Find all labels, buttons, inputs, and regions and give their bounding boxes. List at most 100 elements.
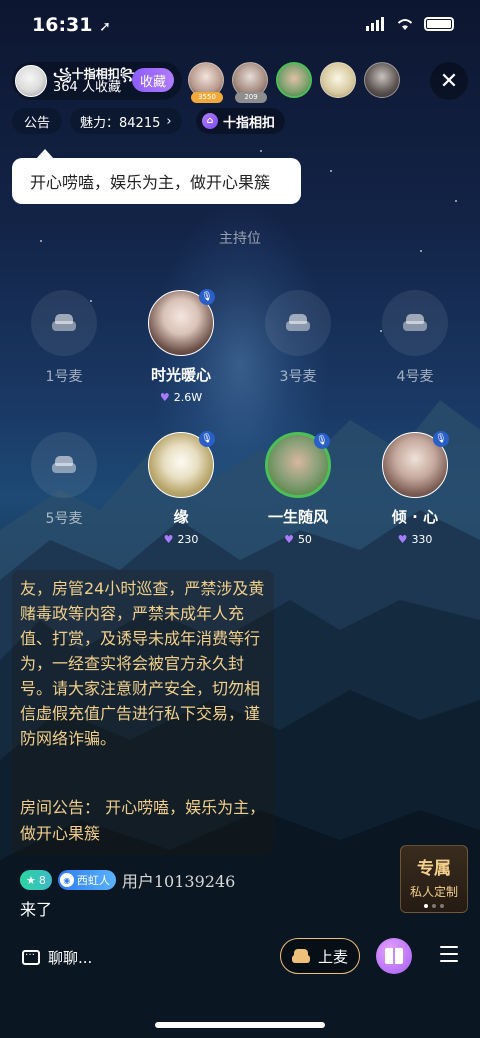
room-avatar [15,65,47,97]
heart-value: 330 [411,533,433,546]
room-tag-name: 十指相扣 [223,115,276,131]
sofa-icon [403,314,427,332]
contributor-badge: 209 [235,92,267,103]
star-icon: ★ [26,873,36,887]
fan-badge: ◉ 西虹人 [57,870,116,890]
favorite-count: 364 人收藏 [53,80,121,95]
announcement-tooltip: 开心唠嗑，娱乐为主，做开心果簇 [12,149,301,204]
tooltip-text: 开心唠嗑，娱乐为主，做开心果簇 [30,173,271,192]
seat-user-name: 倾 · 心 [391,508,439,526]
heart-count: ♥ 2.6W [126,391,236,404]
promo-subtitle: 私人定制 [409,885,458,899]
room-announcement-message: 房间公告： 开心唠嗑，娱乐为主，做开心果簇 [20,798,266,843]
chat-input[interactable]: 聊聊... [12,940,102,974]
mic-icon: 🎙 [199,431,215,447]
sofa-icon [52,314,76,332]
charm-tab[interactable]: 魅力：84215 › [70,108,182,134]
status-bar: 16:31 ➚ [0,0,480,52]
avatar: 🎙 [148,289,215,356]
chat-input-placeholder: 聊聊... [48,948,93,967]
host-seat-label: 主持位 [219,231,261,247]
seat-1[interactable]: 1号麦 [9,290,119,386]
room-name: ꧁十指相扣꧂ [53,67,139,81]
level-value: 8 [38,873,46,887]
empty-seat [31,432,97,498]
home-icon: ⌂ [202,113,218,129]
seat-label: 1号麦 [45,369,83,385]
heart-icon: ♥ [159,391,170,404]
contributor-avatar[interactable] [276,62,312,98]
mic-icon: 🎙 [199,289,215,305]
level-badge: ★ 8 [20,870,52,890]
gift-box-icon [385,948,403,964]
chat-message: 来了 [20,900,53,919]
favorite-button[interactable]: 收藏 [132,68,174,92]
battery-icon [424,17,454,31]
empty-seat [382,290,448,356]
mic-up-label: 上麦 [317,947,348,966]
heart-count: ♥ 50 [243,533,353,546]
heart-value: 2.6W [173,391,203,404]
system-notice: 友，房管24小时巡查，严禁涉及黄赌毒政等内容，严禁未成年人充值、打赏，及诱导未成… [20,579,265,748]
sofa-icon [286,314,310,332]
avatar: 🎙 [265,432,331,498]
heart-count: ♥ 330 [360,533,470,546]
close-icon[interactable]: ✕ [430,62,468,100]
seat-7[interactable]: 🎙 一生随风 ♥ 50 [243,432,353,546]
contributor-avatar[interactable] [320,62,356,98]
menu-icon[interactable] [440,946,458,964]
heart-value: 50 [297,533,312,546]
status-time: 16:31 ➚ [32,14,111,36]
location-arrow-icon: ➚ [99,19,111,35]
seat-3[interactable]: 3号麦 [243,290,353,386]
seat-label: 4号麦 [396,369,434,385]
heart-icon: ♥ [397,533,408,546]
seat-user-name: 时光暖心 [150,366,211,384]
seat-2[interactable]: 🎙 时光暖心 ♥ 2.6W [126,289,236,404]
chat-user-name: 用户10139246 [121,872,236,891]
mic-icon: 🎙 [433,431,449,447]
contributor-avatar[interactable]: 209 [232,62,268,103]
empty-seat [31,290,97,356]
home-indicator [155,1022,325,1028]
seat-user-name: 一生随风 [267,508,328,526]
seat-label: 5号麦 [45,511,83,527]
announcement-tab[interactable]: 公告 [12,108,62,134]
chevron-right-icon: › [166,113,172,129]
status-time-text: 16:31 [32,14,93,36]
seat-8[interactable]: 🎙 倾 · 心 ♥ 330 [360,431,470,546]
gift-icon[interactable] [376,938,412,974]
contributor-avatar[interactable]: 3550 [188,62,224,103]
promo-banner[interactable]: 专属 私人定制 [400,845,468,913]
contributor-avatar[interactable] [364,62,400,98]
seat-4[interactable]: 4号麦 [360,290,470,386]
cellular-signal-icon [366,17,384,31]
status-icons [366,17,454,31]
room-text: ꧁十指相扣꧂ 364 人收藏 [53,67,139,95]
chat-bubble-icon [22,947,40,965]
room-tag[interactable]: ⌂ 十指相扣 [196,108,286,134]
seat-label: 3号麦 [279,369,317,385]
promo-title: 专属 [417,859,451,879]
charm-value: 魅力：84215 [80,115,161,131]
mic-up-button[interactable]: 上麦 [280,938,360,974]
heart-icon: ♥ [284,533,294,546]
sofa-icon [52,456,76,474]
empty-seat [265,290,331,356]
wifi-icon [397,19,413,30]
heart-icon: ♥ [163,533,174,546]
seat-user-name: 缘 [173,508,189,526]
mic-icon: 🎙 [314,433,330,449]
heart-count: ♥ 230 [126,533,236,546]
fan-badge-text: 西虹人 [76,874,110,887]
fan-badge-icon: ◉ [59,873,74,887]
seat-5[interactable]: 5号麦 [9,432,119,528]
contributor-badge: 3550 [191,92,223,103]
sofa-icon [291,949,310,963]
chat-user-line[interactable]: ★ 8 ◉ 西虹人 用户10139246 [20,868,235,892]
seat-6[interactable]: 🎙 缘 ♥ 230 [126,431,236,546]
top-contributors: 3550 209 [188,62,400,103]
avatar: 🎙 [148,431,215,498]
promo-pager-dots [401,904,467,908]
heart-value: 230 [177,533,199,546]
